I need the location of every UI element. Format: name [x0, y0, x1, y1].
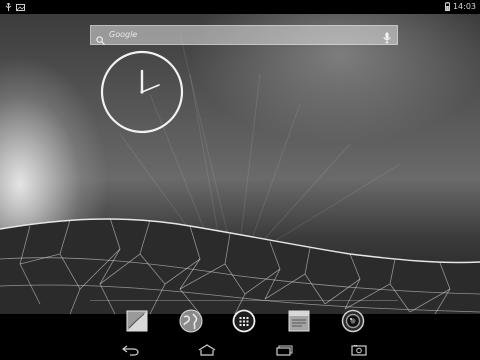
camera-icon [341, 309, 365, 333]
mic-icon[interactable] [383, 29, 391, 48]
home-button[interactable] [196, 344, 218, 356]
all-apps-button[interactable] [231, 308, 257, 334]
home-icon [198, 344, 216, 356]
image-notification-icon [16, 3, 25, 11]
back-icon [122, 345, 139, 356]
recents-icon [276, 345, 293, 356]
usb-icon [5, 3, 12, 11]
browser-app-shortcut[interactable] [178, 308, 204, 334]
status-bar: 14:03 [0, 0, 480, 14]
dock-divider [90, 300, 398, 301]
google-search-bar[interactable]: Google [90, 25, 398, 45]
favorites-dock [0, 308, 480, 338]
recents-button[interactable] [272, 344, 294, 356]
search-placeholder: Google [109, 30, 138, 39]
screenshot-icon [351, 345, 367, 356]
status-time: 14:03 [452, 2, 476, 11]
back-button[interactable] [120, 344, 142, 356]
android-home-screen: 14:03 Google [0, 0, 480, 360]
notes-icon [288, 310, 310, 332]
camera-app-shortcut[interactable] [340, 308, 366, 334]
wallpaper [0, 14, 480, 314]
globe-icon [179, 309, 203, 333]
screenshot-button[interactable] [348, 344, 370, 356]
gallery-icon [126, 310, 148, 332]
clock-minute-hand [141, 84, 160, 93]
battery-icon [444, 2, 450, 11]
analog-clock-widget[interactable] [99, 49, 185, 135]
notes-app-shortcut[interactable] [286, 308, 312, 334]
navigation-bar [0, 340, 480, 360]
gallery-app-shortcut[interactable] [124, 308, 150, 334]
app-drawer-icon [232, 309, 256, 333]
search-icon [96, 30, 105, 49]
